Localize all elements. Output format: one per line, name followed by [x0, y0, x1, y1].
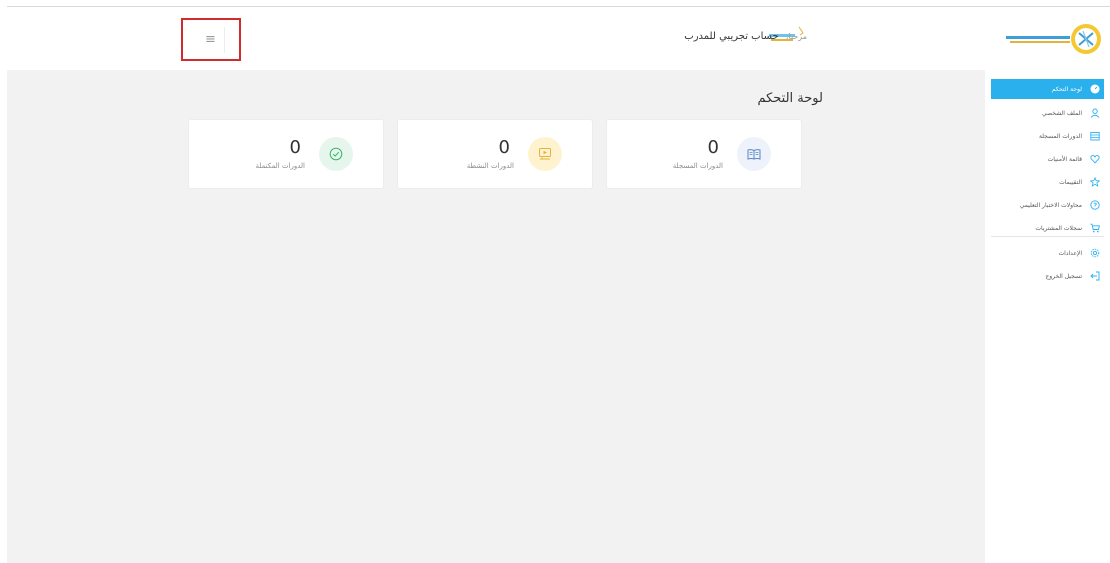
card-enrolled-courses[interactable]: 0 الدورات المسجلة: [606, 119, 802, 189]
card-label: الدورات المكتملة: [255, 162, 306, 170]
sidebar-item-label: سجلات المشتريات: [1035, 224, 1082, 232]
cart-icon: [1089, 222, 1101, 234]
sidebar-item-label: محاولات الاختبار التعليمي: [1019, 201, 1082, 209]
sidebar-item-label: التقييمات: [1059, 178, 1082, 186]
sidebar-item-purchase-history[interactable]: سجلات المشتريات: [991, 218, 1104, 238]
sidebar-item-label: قائمة الأمنيات: [1047, 155, 1082, 163]
dashboard-icon: [1089, 83, 1101, 95]
card-count: 0: [498, 137, 510, 158]
logout-icon: [1089, 270, 1101, 282]
hamburger-icon[interactable]: ≡: [197, 26, 225, 53]
sidebar-item-profile[interactable]: الملف الشخصي: [991, 103, 1104, 123]
quiz-icon: [1089, 199, 1101, 211]
check-circle-icon: [319, 137, 353, 171]
star-icon: [1089, 176, 1101, 188]
sidebar-item-label: لوحة التحكم: [1051, 85, 1082, 93]
video-icon: [528, 137, 562, 171]
app-frame: ≡ مرحبا، حساب تجريبي للمدرب لوحة التحكم …: [7, 0, 1110, 563]
greeting-text: مرحبا، حساب تجريبي للمدرب: [684, 31, 807, 42]
gear-icon: [1089, 247, 1101, 259]
sidebar-item-reviews[interactable]: التقييمات: [991, 172, 1104, 192]
heart-icon: [1089, 153, 1101, 165]
top-header: ≡ مرحبا، حساب تجريبي للمدرب: [7, 7, 985, 70]
card-active-courses[interactable]: 0 الدورات النشطة: [397, 119, 593, 189]
sidebar-item-wishlist[interactable]: قائمة الأمنيات: [991, 149, 1104, 169]
calendar-icon: [1089, 130, 1101, 142]
brand-logo: [1000, 19, 1104, 59]
sidebar-item-quiz-attempts[interactable]: محاولات الاختبار التعليمي: [991, 195, 1104, 215]
greeting-hello: مرحبا،: [785, 32, 807, 41]
sidebar-item-enrolled-courses[interactable]: الدورات المسجلة: [991, 126, 1104, 146]
book-icon: [737, 137, 771, 171]
greeting-name: حساب تجريبي للمدرب: [684, 31, 779, 42]
sidebar: لوحة التحكم الملف الشخصي الدورات المسجلة…: [985, 7, 1110, 563]
sidebar-item-label: الإعدادات: [1058, 249, 1082, 257]
menu-toggle-button[interactable]: ≡: [181, 18, 241, 61]
card-completed-courses[interactable]: 0 الدورات المكتملة: [188, 119, 384, 189]
user-icon: [1089, 107, 1101, 119]
sidebar-item-label: الدورات المسجلة: [1038, 132, 1082, 140]
sidebar-item-settings[interactable]: الإعدادات: [991, 243, 1104, 263]
card-label: الدورات المسجلة: [672, 162, 723, 170]
page-title: لوحة التحكم: [757, 91, 823, 106]
card-label: الدورات النشطة: [466, 162, 514, 170]
sidebar-item-logout[interactable]: تسجيل الخروج: [991, 266, 1104, 286]
sidebar-item-dashboard[interactable]: لوحة التحكم: [991, 79, 1104, 99]
card-count: 0: [289, 137, 301, 158]
sidebar-item-label: تسجيل الخروج: [1045, 272, 1082, 280]
card-count: 0: [707, 137, 719, 158]
main-area: ≡ مرحبا، حساب تجريبي للمدرب لوحة التحكم …: [7, 7, 985, 563]
sidebar-divider: [991, 236, 1104, 237]
sidebar-item-label: الملف الشخصي: [1042, 109, 1082, 117]
